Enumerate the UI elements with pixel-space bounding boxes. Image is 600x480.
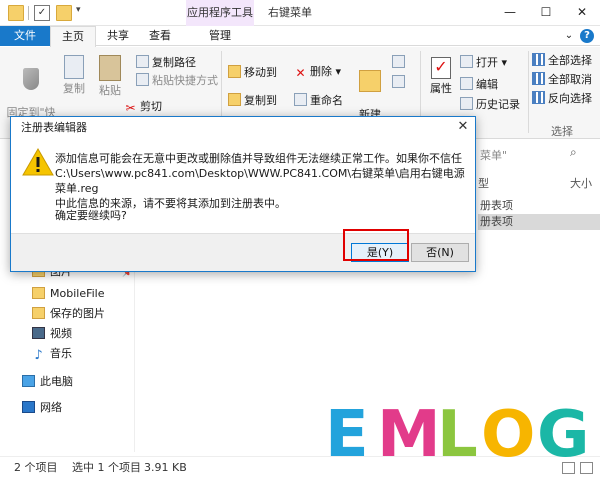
- nav-item-this-pc[interactable]: 此电脑: [22, 374, 73, 390]
- copy-to-button[interactable]: 复制到: [228, 93, 277, 108]
- logo-letter-e: E: [325, 398, 369, 472]
- file-row[interactable]: 册表项: [478, 198, 600, 214]
- separator: [528, 51, 529, 133]
- chevron-down-icon[interactable]: ⌄: [562, 29, 576, 43]
- search-box[interactable]: 菜单": [480, 147, 507, 163]
- nav-item-music[interactable]: ♪ 音乐: [32, 346, 72, 363]
- column-header-type[interactable]: 型: [478, 175, 489, 191]
- move-icon: [228, 65, 241, 78]
- tab-file[interactable]: 文件: [0, 26, 50, 46]
- history-button[interactable]: 历史记录: [460, 97, 520, 112]
- rename-icon: [294, 93, 307, 106]
- folder-icon[interactable]: [8, 5, 24, 21]
- cut-button[interactable]: ✂ 剪切: [124, 100, 162, 115]
- paste-shortcut-button[interactable]: 粘贴快捷方式: [136, 73, 218, 88]
- dialog-confirm-question: 确定要继续吗?: [55, 209, 127, 222]
- nav-item-saved-pictures[interactable]: 保存的图片: [32, 306, 105, 322]
- help-icon[interactable]: ?: [580, 29, 594, 43]
- navigation-pane: 图片 MobileFile 保存的图片 视频 ♪音乐 此电脑 网络: [0, 262, 135, 452]
- rename-button[interactable]: 重命名: [294, 93, 343, 108]
- properties-check-icon[interactable]: ✓: [34, 5, 50, 21]
- copy-path-button[interactable]: 复制路径: [136, 55, 196, 70]
- tab-home[interactable]: 主页: [50, 26, 96, 47]
- easy-access-icon: [392, 75, 405, 88]
- logo-letter-g: G: [537, 398, 590, 472]
- nav-item-videos[interactable]: 视频: [32, 326, 72, 342]
- copy-button[interactable]: 复制: [58, 55, 90, 95]
- edit-button[interactable]: 编辑: [460, 77, 498, 92]
- open-button[interactable]: 打开 ▾: [460, 55, 507, 70]
- new-folder-icon[interactable]: [56, 5, 72, 21]
- invert-selection-icon: [532, 91, 545, 104]
- select-none-icon: [532, 72, 545, 85]
- copy-icon: [64, 55, 84, 79]
- group-label-select: 选择: [551, 125, 573, 138]
- edit-icon: [460, 77, 473, 90]
- tab-manage[interactable]: 管理: [190, 26, 250, 46]
- folder-icon: [32, 287, 45, 299]
- pin-icon: [23, 68, 39, 90]
- status-item-count: 2 个项目: [14, 461, 58, 474]
- separator: [28, 6, 29, 20]
- history-icon: [460, 97, 473, 110]
- copy-to-icon: [228, 93, 241, 106]
- yes-button[interactable]: 是(Y): [351, 243, 409, 262]
- computer-icon: [22, 375, 35, 387]
- easy-access-button[interactable]: [392, 75, 408, 90]
- column-header-size[interactable]: 大小: [570, 175, 592, 191]
- folder-icon: [359, 70, 381, 92]
- close-button[interactable]: ✕: [564, 0, 600, 26]
- file-row-selected[interactable]: 册表项: [478, 214, 600, 230]
- paste-icon: [99, 55, 121, 81]
- delete-button[interactable]: ✕ 删除 ▾: [294, 65, 341, 80]
- dialog-button-bar: 是(Y) 否(N): [11, 233, 475, 271]
- invert-selection-button[interactable]: 反向选择: [532, 91, 592, 106]
- status-selected: 选中 1 个项目: [72, 461, 141, 474]
- no-button[interactable]: 否(N): [411, 243, 469, 262]
- copy-path-icon: [136, 55, 149, 68]
- delete-icon: ✕: [295, 66, 306, 80]
- nav-item-mobilefile[interactable]: MobileFile: [32, 286, 105, 302]
- folder-icon: [32, 307, 45, 319]
- music-note-icon: ♪: [34, 348, 43, 363]
- move-to-button[interactable]: 移动到: [228, 65, 277, 80]
- chevron-down-icon[interactable]: ▾: [76, 5, 81, 15]
- new-item-button[interactable]: [392, 55, 408, 70]
- open-icon: [460, 55, 473, 68]
- paste-button[interactable]: 粘贴: [94, 55, 126, 97]
- select-none-button[interactable]: 全部取消: [532, 72, 592, 87]
- window-title: 右键菜单: [268, 6, 312, 19]
- title-bar: ✓ ▾ 应用程序工具 右键菜单 — ☐ ✕: [0, 0, 600, 26]
- logo-letter-o: O: [481, 398, 536, 472]
- maximize-button[interactable]: ☐: [528, 0, 564, 26]
- dialog-title: 注册表编辑器: [21, 121, 87, 134]
- tab-view[interactable]: 查看: [142, 26, 178, 46]
- properties-button[interactable]: ✓ 属性: [426, 57, 456, 95]
- search-icon[interactable]: ⌕: [570, 145, 577, 160]
- properties-icon: ✓: [431, 57, 451, 79]
- warning-icon: [22, 147, 54, 176]
- ribbon-tabs: 文件 主页 共享 查看 管理 ⌄ ?: [0, 26, 600, 47]
- registry-editor-dialog: 注册表编辑器 ✕ 添加信息可能会在无意中更改或删除值并导致组件无法继续正常工作。…: [10, 116, 476, 272]
- nav-item-network[interactable]: 网络: [22, 400, 62, 416]
- video-icon: [32, 327, 45, 339]
- dialog-message: 添加信息可能会在无意中更改或删除值并导致组件无法继续正常工作。如果你不信任 C:…: [55, 152, 465, 210]
- select-all-icon: [532, 53, 545, 66]
- new-item-icon: [392, 55, 405, 68]
- minimize-button[interactable]: —: [492, 0, 528, 26]
- logo-letter-l: L: [437, 398, 478, 472]
- network-icon: [22, 401, 35, 413]
- select-all-button[interactable]: 全部选择: [532, 53, 592, 68]
- scissors-icon: ✂: [125, 101, 136, 115]
- context-tab-app-tools: 应用程序工具: [186, 0, 254, 26]
- status-size: 3.91 KB: [144, 461, 187, 474]
- tab-share[interactable]: 共享: [100, 26, 136, 46]
- dialog-close-button[interactable]: ✕: [451, 117, 475, 137]
- logo-letter-m: M: [377, 398, 441, 472]
- shortcut-icon: [136, 73, 149, 86]
